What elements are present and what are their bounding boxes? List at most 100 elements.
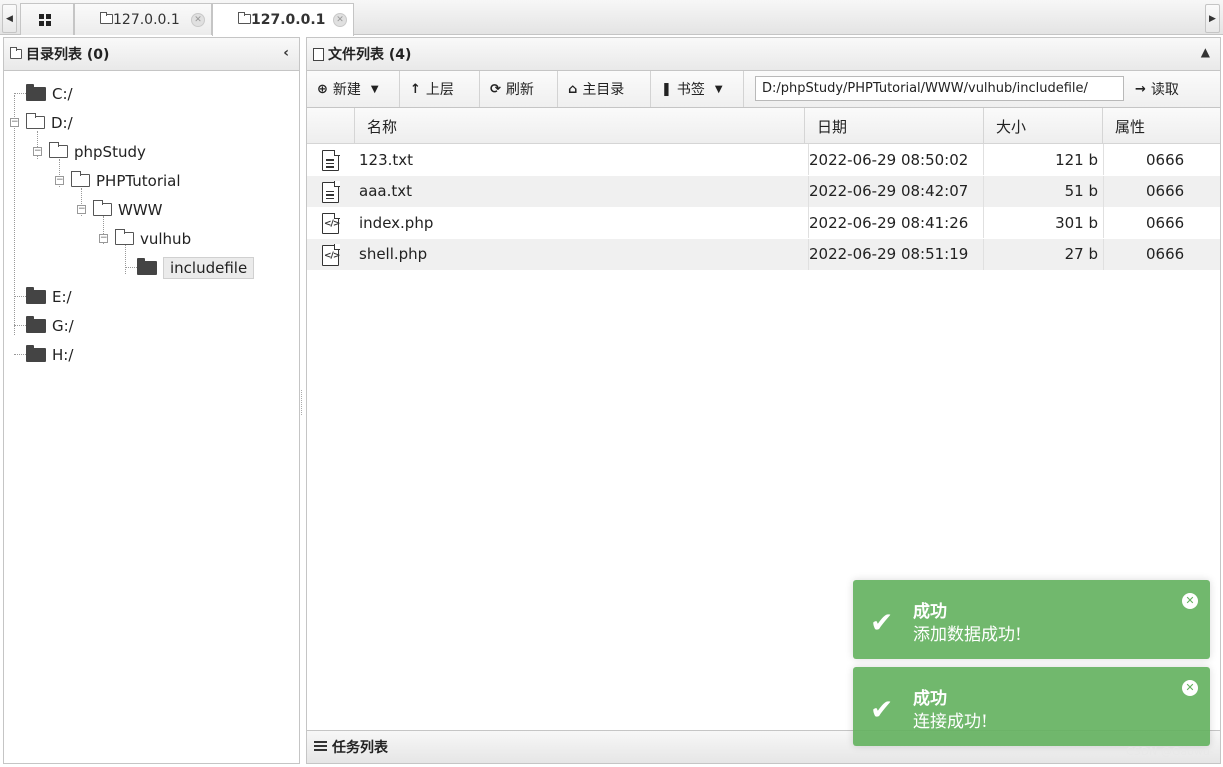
tree-node-label: C:/ <box>52 84 73 103</box>
check-icon: ✔ <box>870 606 894 639</box>
tree-node-c[interactable]: C:/ <box>4 79 299 108</box>
file-icon <box>313 47 324 61</box>
tree-node-phptutorial[interactable]: − PHPTutorial <box>4 166 299 195</box>
folder-open-icon <box>114 229 134 245</box>
tree-node-phpstudy[interactable]: − phpStudy <box>4 137 299 166</box>
bookmark-icon: ❚ <box>661 81 672 97</box>
file-size: 121 b <box>983 144 1098 175</box>
tab-connection-1[interactable]: 127.0.0.1 ✕ <box>74 3 212 35</box>
directory-panel-title: 目录列表 (0) <box>26 47 110 63</box>
code-file-icon: </> <box>322 212 340 234</box>
success-toast: ✔ 成功 连接成功! ✕ <box>853 667 1210 746</box>
read-button-label: 读取 <box>1150 82 1179 98</box>
text-file-icon <box>322 149 340 171</box>
file-name: 123.txt <box>359 150 414 169</box>
file-attr: 0666 <box>1103 175 1221 207</box>
collapse-toggle-icon[interactable]: − <box>33 147 42 156</box>
folder-closed-icon <box>26 286 46 304</box>
tree-connector <box>14 325 26 326</box>
tree-node-label: G:/ <box>52 316 74 335</box>
tree-node-e[interactable]: E:/ <box>4 282 299 311</box>
home-button-label: 主目录 <box>582 82 625 98</box>
tree-node-label: vulhub <box>140 229 192 248</box>
collapse-toggle-icon[interactable]: − <box>10 118 19 127</box>
tree-node-vulhub[interactable]: − vulhub <box>4 224 299 253</box>
refresh-button[interactable]: ⟳ 刷新 <box>480 71 558 107</box>
bookmark-button[interactable]: ❚ 书签 ▼ <box>651 71 744 107</box>
tab-connection-2[interactable]: 127.0.0.1 ✕ <box>212 3 354 36</box>
column-header-name[interactable]: 名称 <box>354 108 804 144</box>
home-icon: ⌂ <box>568 81 578 97</box>
arrow-up-icon: ↑ <box>410 81 421 97</box>
list-icon <box>314 741 327 753</box>
collapse-toggle-icon[interactable]: − <box>77 205 86 214</box>
collapse-toggle-icon[interactable]: − <box>55 176 64 185</box>
tree-node-label: E:/ <box>52 287 72 306</box>
table-row[interactable]: </> shell.php 2022-06-29 08:51:19 27 b 0… <box>307 238 1221 270</box>
tree-node-h[interactable]: H:/ <box>4 340 299 369</box>
close-icon[interactable]: ✕ <box>1182 680 1198 696</box>
column-header-date[interactable]: 日期 <box>804 108 983 144</box>
column-header-label: 属性 <box>1115 117 1146 136</box>
collapse-left-icon[interactable]: ‹ <box>283 45 289 61</box>
file-toolbar: ⊕ 新建 ▼ ↑ 上层 ⟳ 刷新 ⌂ 主目录 ❚ 书签 ▼ → 读取 <box>307 71 1220 108</box>
tree-node-www[interactable]: − WWW <box>4 195 299 224</box>
tab-close-icon[interactable]: ✕ <box>191 13 205 27</box>
tree-connector <box>14 296 26 297</box>
tab-label: 127.0.0.1 <box>113 11 180 28</box>
collapse-toggle-icon[interactable]: − <box>99 234 108 243</box>
home-button[interactable]: ⌂ 主目录 <box>558 71 651 107</box>
folder-icon <box>10 47 22 59</box>
tree-node-label: H:/ <box>52 345 74 364</box>
code-file-icon: </> <box>322 244 340 266</box>
up-button[interactable]: ↑ 上层 <box>400 71 480 107</box>
file-size: 51 b <box>983 175 1098 207</box>
file-panel-header: 文件列表 (4) ▲ <box>307 38 1220 71</box>
watermark: CSDN @Gaowu- <box>1126 745 1214 758</box>
folder-open-icon <box>25 113 45 129</box>
directory-tree: C:/ − D:/ − phpStudy − PHPTutorial − WWW… <box>4 71 299 369</box>
file-name: index.php <box>359 213 434 232</box>
new-button[interactable]: ⊕ 新建 ▼ <box>307 71 400 107</box>
tab-home[interactable] <box>20 3 74 35</box>
file-grid-body: 123.txt 2022-06-29 08:50:02 121 b 0666 a… <box>307 144 1220 270</box>
file-attr: 0666 <box>1103 207 1221 238</box>
tree-connector <box>14 354 26 355</box>
tab-close-icon[interactable]: ✕ <box>333 13 347 27</box>
toast-message: 连接成功! <box>913 712 988 732</box>
path-input[interactable] <box>755 76 1124 101</box>
tabs-scroll-right-button[interactable]: ▶ <box>1205 4 1220 33</box>
grid-icon <box>39 13 51 26</box>
tabs-scroll-left-button[interactable]: ◀ <box>2 4 17 33</box>
tree-connector <box>125 267 137 268</box>
tree-node-g[interactable]: G:/ <box>4 311 299 340</box>
panel-splitter-handle[interactable] <box>301 390 304 415</box>
close-icon[interactable]: ✕ <box>1182 593 1198 609</box>
file-date: 2022-06-29 08:41:26 <box>808 207 986 238</box>
folder-open-icon <box>70 171 90 187</box>
table-row[interactable]: </> index.php 2022-06-29 08:41:26 301 b … <box>307 207 1220 239</box>
folder-open-icon <box>92 200 112 216</box>
file-attr: 0666 <box>1103 238 1221 270</box>
collapse-up-icon[interactable]: ▲ <box>1201 45 1210 59</box>
folder-closed-icon <box>137 257 157 275</box>
read-button[interactable]: → 读取 <box>1135 71 1179 107</box>
refresh-icon: ⟳ <box>490 81 501 97</box>
success-toast: ✔ 成功 添加数据成功! ✕ <box>853 580 1210 659</box>
table-row[interactable]: 123.txt 2022-06-29 08:50:02 121 b 0666 <box>307 144 1220 176</box>
tree-node-label: phpStudy <box>74 142 146 161</box>
directory-panel-header: 目录列表 (0) ‹ <box>4 38 299 71</box>
tree-node-label: D:/ <box>51 113 73 132</box>
toast-message: 添加数据成功! <box>913 625 1022 645</box>
toast-title: 成功 <box>913 602 947 622</box>
file-attr: 0666 <box>1103 144 1221 175</box>
plus-circle-icon: ⊕ <box>317 81 328 97</box>
file-date: 2022-06-29 08:51:19 <box>808 238 986 270</box>
table-row[interactable]: aaa.txt 2022-06-29 08:42:07 51 b 0666 <box>307 175 1221 207</box>
column-header-size[interactable]: 大小 <box>983 108 1102 144</box>
tree-connector <box>14 93 26 94</box>
tree-node-d[interactable]: − D:/ <box>4 108 299 137</box>
tree-node-label: PHPTutorial <box>96 171 181 190</box>
column-header-attr[interactable]: 属性 <box>1102 108 1220 144</box>
tree-node-includefile[interactable]: includefile <box>4 253 299 282</box>
